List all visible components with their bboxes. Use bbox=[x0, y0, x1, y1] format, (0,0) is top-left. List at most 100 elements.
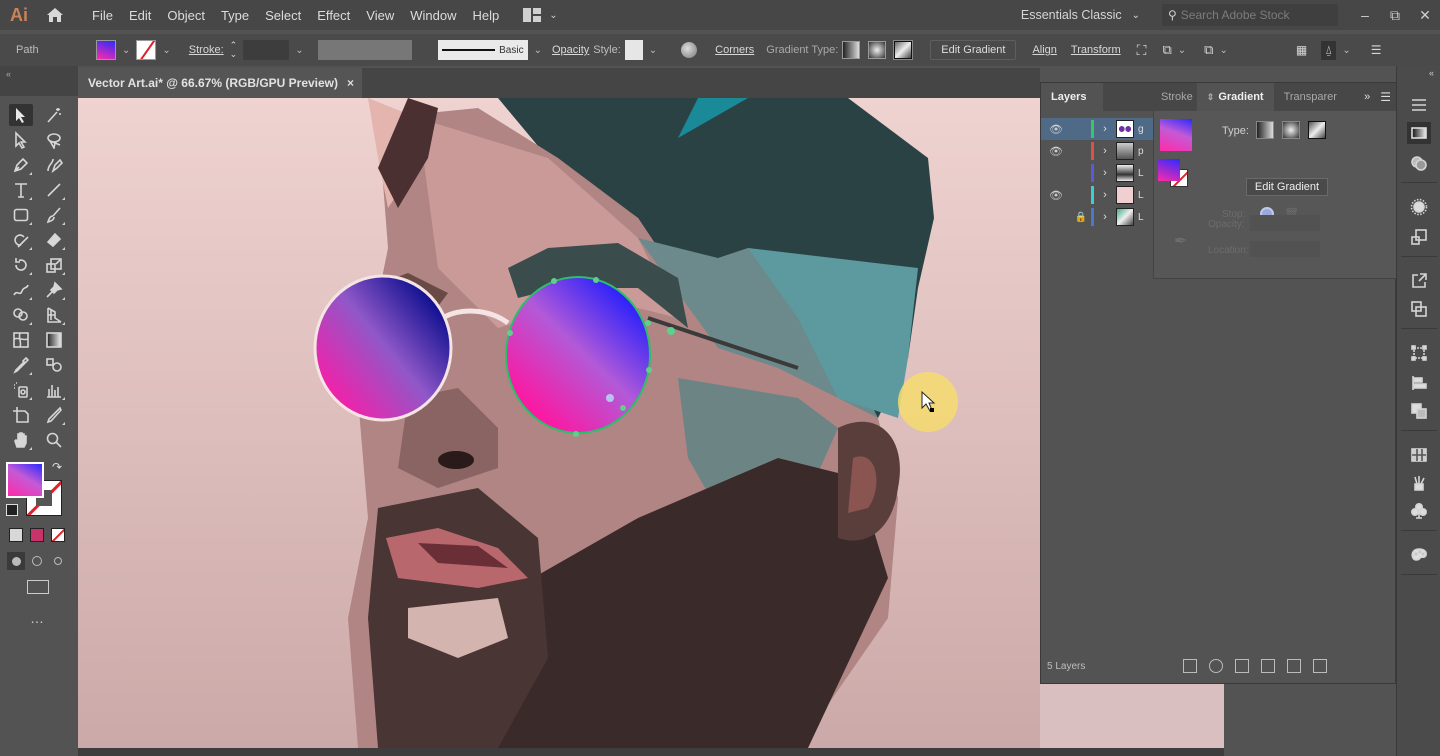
fill-swatch[interactable] bbox=[96, 40, 116, 60]
eyedropper-tool[interactable] bbox=[9, 354, 33, 376]
lock-icon[interactable]: 🔒 bbox=[1071, 212, 1091, 223]
anchor-point[interactable] bbox=[667, 327, 675, 335]
panel-menu-icon[interactable]: ☰ bbox=[1380, 90, 1391, 104]
zoom-tool[interactable] bbox=[42, 429, 66, 451]
eraser-tool[interactable] bbox=[42, 229, 66, 251]
direct-selection-tool[interactable] bbox=[9, 129, 33, 151]
locate-object-icon[interactable] bbox=[1209, 659, 1223, 673]
align-panel-button[interactable] bbox=[1407, 372, 1431, 394]
transform-link[interactable]: Transform bbox=[1071, 44, 1121, 56]
freeform-gradient-button[interactable] bbox=[1308, 121, 1326, 139]
curvature-tool[interactable] bbox=[42, 154, 66, 176]
swap-fill-stroke-icon[interactable]: ↷ bbox=[52, 460, 62, 474]
stroke-panel-button[interactable] bbox=[1407, 94, 1431, 116]
restore-button[interactable]: ⧉ bbox=[1380, 7, 1410, 24]
menu-type[interactable]: Type bbox=[213, 8, 257, 23]
shaper-tool[interactable] bbox=[9, 229, 33, 251]
variable-width-profile[interactable] bbox=[317, 40, 412, 60]
expand-chevron-icon[interactable]: › bbox=[1094, 189, 1116, 201]
document-tab[interactable]: Vector Art.ai* @ 66.67% (RGB/GPU Preview… bbox=[78, 68, 362, 98]
layer-name[interactable]: L bbox=[1138, 212, 1144, 223]
artboard-canvas[interactable] bbox=[78, 98, 1040, 748]
menu-effect[interactable]: Effect bbox=[309, 8, 358, 23]
fill-color-box[interactable] bbox=[6, 462, 44, 498]
chevron-down-icon[interactable]: ⌄ bbox=[1342, 45, 1350, 56]
slice-tool[interactable] bbox=[42, 404, 66, 426]
expand-chevron-icon[interactable]: › bbox=[1094, 211, 1116, 223]
tab-stroke[interactable]: Stroke bbox=[1151, 83, 1197, 111]
opacity-label[interactable]: Opacity bbox=[552, 44, 589, 56]
layer-row[interactable]: 👁 › p bbox=[1041, 140, 1153, 162]
edit-toolbar-icon[interactable]: … bbox=[30, 610, 45, 626]
export-panel-button[interactable] bbox=[1407, 270, 1431, 292]
stock-search-input[interactable]: ⚲ Search Adobe Stock bbox=[1162, 4, 1338, 26]
layer-row[interactable]: 🔒 › L bbox=[1041, 206, 1153, 228]
new-layer-icon[interactable] bbox=[1287, 659, 1301, 673]
arrange-icon[interactable]: ▦ bbox=[1296, 43, 1307, 57]
draw-normal-button[interactable] bbox=[7, 552, 25, 570]
scale-tool[interactable] bbox=[42, 254, 66, 276]
export-icon[interactable] bbox=[1183, 659, 1197, 673]
gradient-mode-button[interactable] bbox=[30, 528, 44, 542]
graphic-styles-panel-button[interactable] bbox=[1407, 226, 1431, 248]
draw-inside-icon[interactable] bbox=[54, 557, 62, 565]
recolor-artwork-icon[interactable] bbox=[681, 42, 698, 58]
tab-layers[interactable]: Layers bbox=[1041, 83, 1103, 111]
anchor-point[interactable] bbox=[620, 405, 626, 411]
layer-row[interactable]: 👁 › g bbox=[1041, 118, 1153, 140]
home-button[interactable] bbox=[38, 7, 72, 23]
anchor-point[interactable] bbox=[646, 367, 652, 373]
layer-row[interactable]: 👁 › L bbox=[1041, 184, 1153, 206]
brushes-panel-button[interactable] bbox=[1407, 472, 1431, 494]
artboards-panel-button[interactable] bbox=[1407, 298, 1431, 320]
gradient-annotator-point[interactable] bbox=[606, 394, 614, 402]
gradient-panel-button[interactable] bbox=[1407, 122, 1431, 144]
chevron-down-icon[interactable]: ⌄ bbox=[1178, 45, 1186, 56]
change-screen-mode-icon[interactable] bbox=[27, 580, 49, 594]
tab-transparency[interactable]: Transparer bbox=[1274, 83, 1347, 111]
chevron-down-icon[interactable]: ⌄ bbox=[162, 45, 170, 56]
stroke-swatch[interactable] bbox=[136, 40, 157, 60]
visibility-eye-icon[interactable]: 👁 bbox=[1041, 123, 1071, 136]
brush-definition[interactable]: Basic bbox=[437, 40, 528, 60]
collapse-icon[interactable]: « bbox=[1429, 68, 1434, 78]
right-lens-selected[interactable] bbox=[505, 276, 651, 434]
perspective-grid-tool[interactable] bbox=[42, 304, 66, 326]
graphic-style-swatch[interactable] bbox=[624, 40, 643, 60]
artboard-tool[interactable] bbox=[9, 404, 33, 426]
menu-object[interactable]: Object bbox=[159, 8, 213, 23]
menu-help[interactable]: Help bbox=[464, 8, 507, 23]
radial-gradient-button[interactable] bbox=[1282, 121, 1300, 139]
rectangle-tool[interactable] bbox=[9, 204, 33, 226]
align-link[interactable]: Align bbox=[1032, 44, 1056, 56]
anchor-point[interactable] bbox=[551, 278, 557, 284]
chevron-down-icon[interactable]: ⌄ bbox=[534, 45, 542, 56]
rotate-tool[interactable] bbox=[9, 254, 33, 276]
gradient-fill-indicator[interactable] bbox=[1158, 159, 1180, 181]
edit-gradient-button[interactable]: Edit Gradient bbox=[930, 40, 1017, 60]
layer-name[interactable]: p bbox=[1138, 146, 1144, 157]
chevron-down-icon[interactable]: ⌄ bbox=[295, 45, 303, 56]
minimize-button[interactable]: – bbox=[1350, 7, 1380, 23]
shape-builder-tool[interactable] bbox=[9, 304, 33, 326]
expand-chevron-icon[interactable]: › bbox=[1094, 145, 1116, 157]
lasso-tool[interactable] bbox=[42, 129, 66, 151]
stroke-weight-input[interactable] bbox=[243, 40, 290, 60]
color-guide-panel-button[interactable] bbox=[1407, 544, 1431, 566]
transform-panel-button[interactable] bbox=[1407, 342, 1431, 364]
visibility-eye-icon[interactable]: 👁 bbox=[1041, 145, 1071, 158]
distribute-icon[interactable]: ⍙ bbox=[1321, 40, 1337, 60]
tab-gradient[interactable]: ⇕ Gradient bbox=[1196, 83, 1274, 111]
expand-chevron-icon[interactable]: › bbox=[1094, 167, 1116, 179]
gradient-preview-swatch[interactable] bbox=[1160, 119, 1192, 151]
menu-edit[interactable]: Edit bbox=[121, 8, 159, 23]
warp-tool[interactable] bbox=[9, 279, 33, 301]
chevron-down-icon[interactable]: ⌄ bbox=[649, 45, 657, 56]
arrange-documents-button[interactable]: ⌄ bbox=[523, 8, 558, 22]
paintbrush-tool[interactable] bbox=[42, 204, 66, 226]
anchor-point[interactable] bbox=[573, 431, 579, 437]
panel-menu-icon[interactable]: ☰ bbox=[1371, 43, 1382, 57]
anchor-point[interactable] bbox=[593, 277, 599, 283]
shape-mode-icon[interactable]: ⧉ bbox=[1162, 42, 1171, 58]
location-field[interactable] bbox=[1250, 241, 1320, 257]
